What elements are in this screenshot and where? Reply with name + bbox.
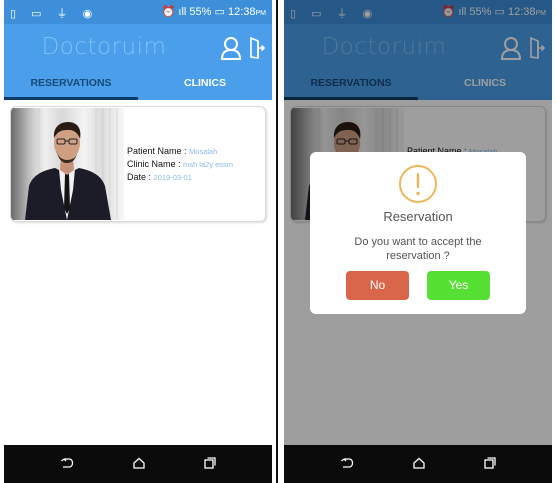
recent-apps-icon[interactable] [203, 456, 217, 470]
clock-ampm: PM [255, 10, 267, 17]
no-button[interactable]: No [346, 271, 409, 300]
screenshot-divider [276, 0, 278, 483]
battery-percent: 55% [189, 6, 212, 18]
dialog-scrim[interactable]: Reservation Do you want to accept the re… [284, 0, 552, 445]
phone-screen-dialog: ▯ ▭ ⏚ ◉ ⏰ ıll 55% ▭ 12:38PM Doctoruim RE… [284, 0, 552, 483]
phone-screen-reservations: ▯ ▭ ⏚ ◉ ⏰ ıll 55% ▭ 12:38PM Doctoruim RE… [4, 0, 272, 483]
alarm-icon: ⏰ [161, 6, 176, 18]
home-icon[interactable] [412, 456, 426, 470]
reservation-dialog: Reservation Do you want to accept the re… [310, 152, 526, 314]
navigation-bar [4, 445, 272, 483]
navigation-bar [284, 445, 552, 483]
patient-label: Patient Name : [127, 146, 187, 156]
notification-icons: ▯ ▭ ⏚ ◉ [10, 8, 99, 20]
clinic-value: msh la2y essm [183, 160, 234, 169]
warning-circle-icon [399, 165, 437, 203]
status-bar: ▯ ▭ ⏚ ◉ ⏰ ıll 55% ▭ 12:38PM [4, 0, 272, 24]
reservation-info: Patient Name : Mosalah Clinic Name : msh… [127, 145, 233, 184]
reservation-card[interactable]: Patient Name : Mosalah Clinic Name : msh… [10, 106, 266, 222]
date-row: Date : 2019-03-01 [127, 171, 233, 184]
dialog-message: Do you want to accept the reservation ? [354, 236, 482, 262]
patient-row: Patient Name : Mosalah [127, 145, 233, 158]
home-icon[interactable] [132, 456, 146, 470]
tab-indicator [4, 97, 138, 100]
logout-icon[interactable] [249, 37, 265, 59]
app-bar: Doctoruim RESERVATIONS CLINICS [4, 24, 272, 100]
app-title: Doctoruim [41, 34, 167, 60]
yes-button[interactable]: Yes [427, 271, 490, 300]
patient-photo [11, 108, 124, 220]
signal-icon: ıll [178, 6, 187, 18]
battery-icon: ▭ [214, 6, 225, 18]
patient-value: Mosalah [189, 147, 218, 156]
clock: 12:38 [227, 6, 256, 18]
tab-clinics[interactable]: CLINICS [138, 71, 272, 100]
tab-reservations[interactable]: RESERVATIONS [4, 71, 138, 100]
status-right: ⏰ ıll 55% ▭ 12:38PM [162, 5, 266, 18]
date-value: 2019-03-01 [153, 173, 192, 182]
back-icon[interactable] [60, 456, 74, 470]
user-icon[interactable] [220, 36, 242, 60]
clinic-label: Clinic Name : [127, 159, 181, 169]
clinic-row: Clinic Name : msh la2y essm [127, 158, 233, 171]
recent-apps-icon[interactable] [483, 456, 497, 470]
dialog-title: Reservation [383, 209, 453, 224]
back-icon[interactable] [340, 456, 354, 470]
date-label: Date : [127, 172, 152, 182]
